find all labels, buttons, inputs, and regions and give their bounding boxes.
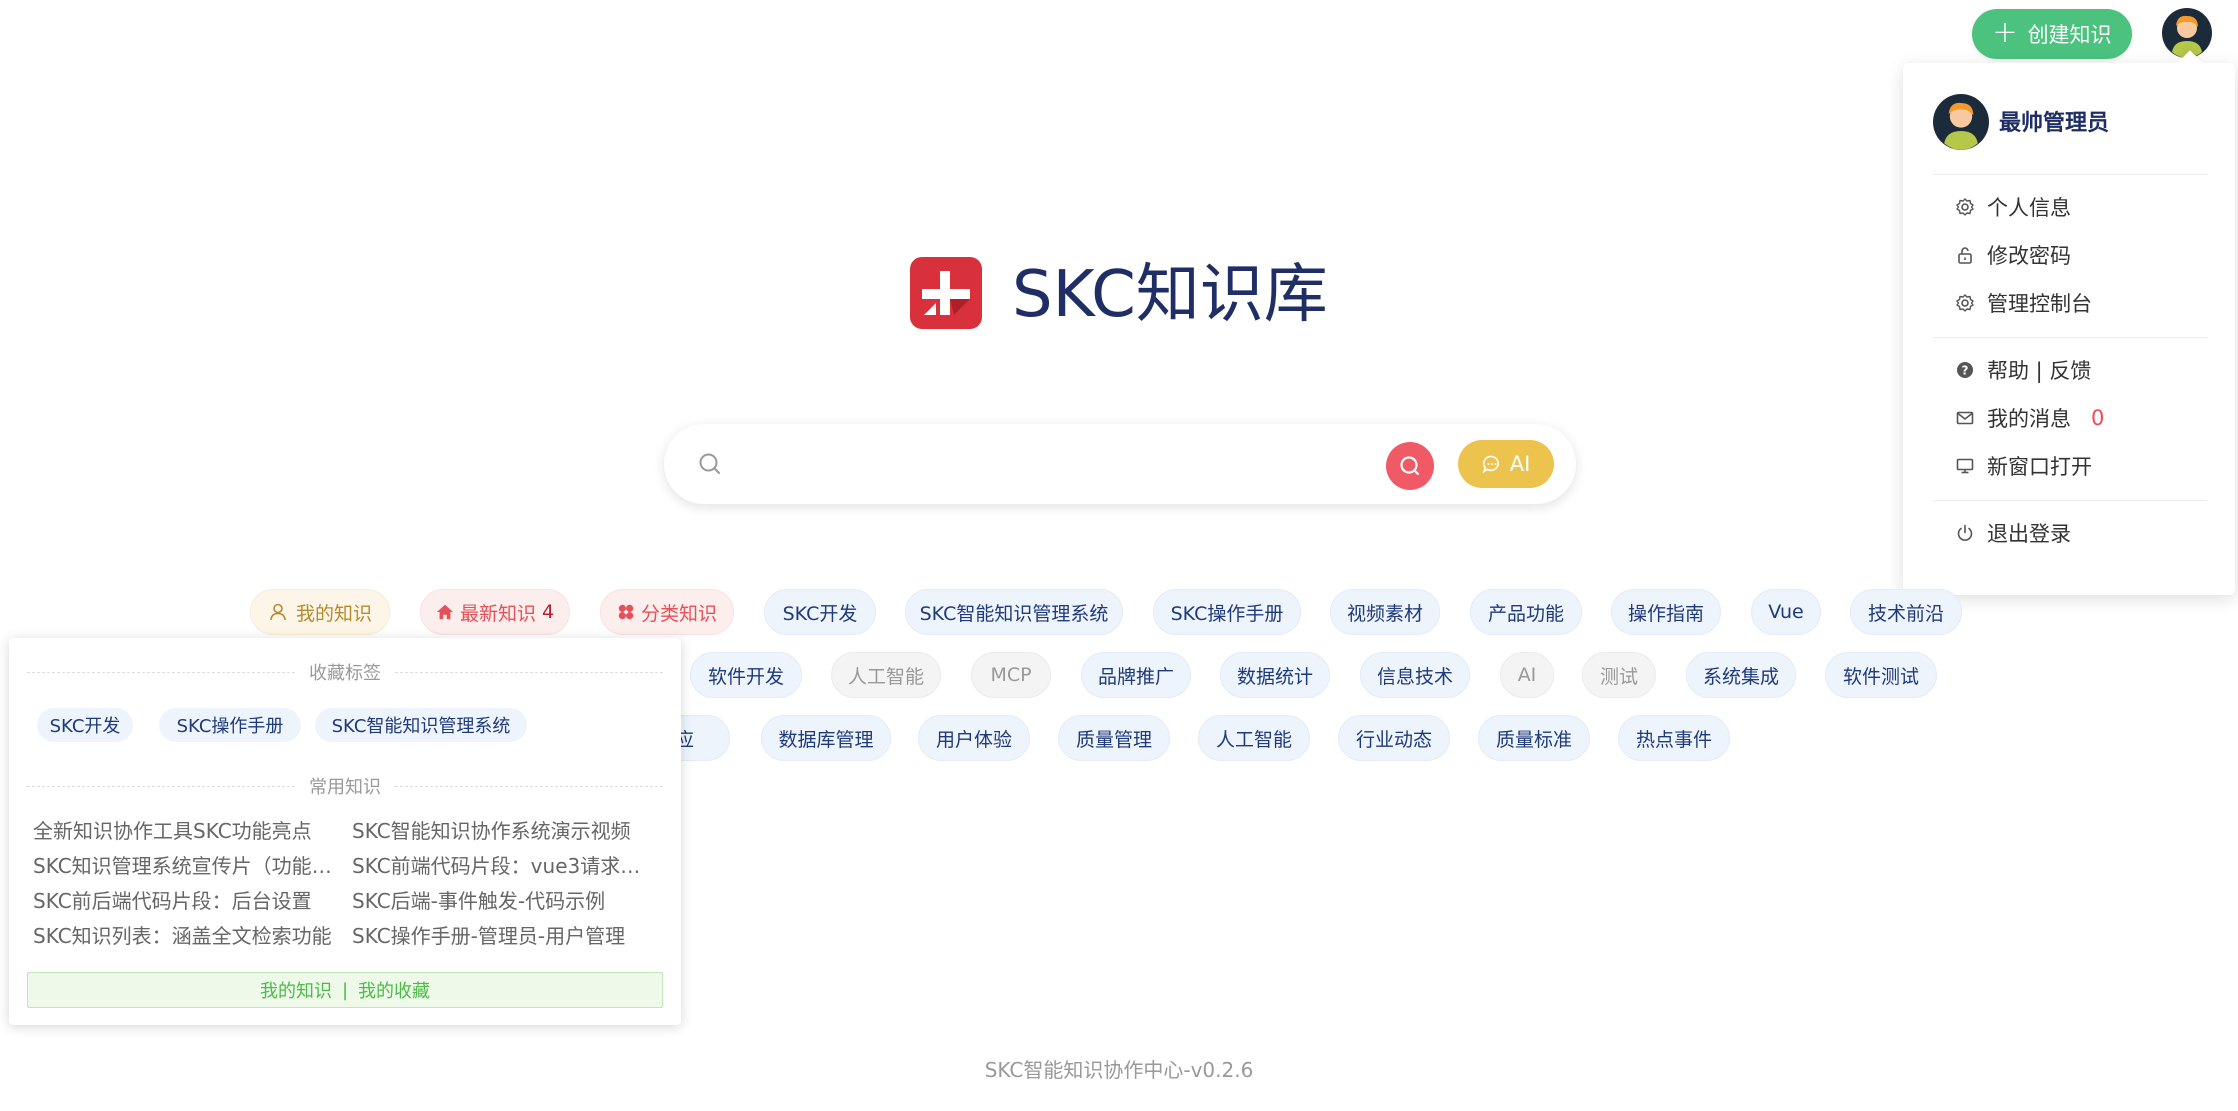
lock-icon [1958,247,1972,264]
tag-chip[interactable]: 数据库管理 [761,715,891,761]
gear-icon [1956,198,1974,216]
tag-chip[interactable]: AI [1500,652,1554,698]
knowledge-link[interactable]: 全新知识协作工具SKC功能亮点 [33,815,338,844]
tag-chip[interactable]: 数据统计 [1220,652,1330,698]
my-favorites-link[interactable]: 我的收藏 [358,977,430,1003]
menu-item-logout[interactable]: 退出登录 [1955,515,2071,551]
menu-divider [1933,337,2207,338]
common-knowledge-title: 常用知识 [27,774,663,798]
menu-item-label: 个人信息 [1987,196,2071,220]
tag-chip[interactable]: Vue [1751,589,1821,635]
tag-chip[interactable]: 人工智能 [1198,715,1310,761]
site-title: SKC知识库 [1012,258,1328,332]
tag-chip[interactable]: 用户体验 [918,715,1030,761]
tag-chip[interactable]: 质量标准 [1478,715,1590,761]
tag-chip[interactable]: 测试 [1582,652,1656,698]
user-icon [270,603,286,621]
menu-item-label: 管理控制台 [1987,292,2092,316]
tag-label: 最新知识 [459,602,536,625]
menu-item-change-password[interactable]: 修改密码 [1955,237,2071,273]
tag-chip[interactable]: SKC操作手册 [1153,589,1301,635]
search-button[interactable] [1386,442,1434,490]
category-icon [618,604,634,620]
tag-category-knowledge[interactable]: 分类知识 [600,589,734,635]
search-icon [1400,456,1420,476]
menu-item-help-feedback[interactable]: ? 帮助 | 反馈 [1955,352,2091,388]
user-dropdown-menu: 最帅管理员 个人信息 修改密码 管理控制台 ? 帮助 | 反馈 我的消息 0 新… [1903,50,2235,595]
menu-item-profile[interactable]: 个人信息 [1955,189,2071,225]
tag-chip[interactable]: 质量管理 [1058,715,1170,761]
monitor-icon [1956,458,1974,474]
tag-chip[interactable]: 视频素材 [1330,589,1440,635]
favorite-tag[interactable]: SKC开发 [37,708,133,742]
menu-item-admin-console[interactable]: 管理控制台 [1955,285,2092,321]
search-icon [699,453,720,474]
my-knowledge-link[interactable]: 我的知识 [260,977,332,1003]
latest-count-badge: 4 [541,601,555,623]
tag-chip[interactable]: 产品功能 [1470,589,1582,635]
mail-icon [1956,411,1974,425]
footer-version: SKC智能知识协作中心-v0.2.6 [984,1058,1254,1082]
favorite-tag[interactable]: SKC智能知识管理系统 [315,708,527,742]
menu-avatar [1933,94,1989,150]
knowledge-link[interactable]: SKC智能知识协作系统演示视频 [352,815,657,844]
tag-latest-knowledge[interactable]: 最新知识 4 [420,589,570,635]
knowledge-link[interactable]: SKC后端-事件触发-代码示例 [352,885,657,914]
tag-chip[interactable]: 信息技术 [1360,652,1470,698]
user-avatar[interactable] [2162,8,2212,58]
knowledge-link[interactable]: SKC知识管理系统宣传片（功能介绍） [33,850,338,879]
ai-chat-button[interactable]: AI [1458,440,1554,488]
menu-item-label: 修改密码 [1987,244,2071,268]
knowledge-link[interactable]: SKC操作手册-管理员-用户管理 [352,920,657,949]
plus-icon: + [1992,14,2018,50]
tag-chip[interactable]: 技术前沿 [1850,589,1962,635]
gear-icon [1956,294,1974,312]
tag-chip[interactable]: SKC智能知识管理系统 [905,589,1123,635]
knowledge-link[interactable]: SKC知识列表：涵盖全文检索功能 [33,920,338,949]
tag-chip[interactable]: 品牌推广 [1081,652,1191,698]
menu-username: 最帅管理员 [1999,111,2110,136]
create-knowledge-button[interactable]: + 创建知识 [1972,9,2132,59]
help-icon: ? [1957,362,1973,378]
menu-item-label: 我的消息 [1987,407,2071,431]
section-title-text: 常用知识 [309,777,381,798]
panel-footer: 我的知识 | 我的收藏 [27,972,663,1008]
footer-separator: | [341,979,349,1001]
tag-label: 分类知识 [640,602,717,625]
tag-chip[interactable]: 人工智能 [831,652,941,698]
tag-chip[interactable]: 热点事件 [1618,715,1730,761]
search-input[interactable] [740,440,1340,488]
tag-chip[interactable]: SKC开发 [764,589,876,635]
tag-chip[interactable]: 系统集成 [1686,652,1796,698]
svg-text:?: ? [1962,364,1969,378]
knowledge-link[interactable]: SKC前后端代码片段：后台设置 [33,885,338,914]
menu-item-label: 帮助 | 反馈 [1987,359,2092,383]
knowledge-link[interactable]: SKC前端代码片段：vue3请求封装 [352,850,657,879]
my-knowledge-panel: 收藏标签 SKC开发 SKC操作手册 SKC智能知识管理系统 常用知识 全新知识… [9,638,681,1025]
menu-item-label: 新窗口打开 [1987,455,2092,479]
tag-chip[interactable]: 操作指南 [1611,589,1721,635]
ai-button-label: AI [1509,452,1531,476]
power-icon [1957,524,1973,541]
search-bar: AI [664,424,1576,504]
menu-divider [1933,174,2207,175]
tag-chip[interactable]: 行业动态 [1338,715,1450,761]
skc-logo-icon [910,257,982,329]
favorite-tag[interactable]: SKC操作手册 [159,708,301,742]
menu-item-label: 退出登录 [1987,522,2071,546]
tag-chip[interactable]: MCP [971,652,1051,698]
tag-chip[interactable]: 软件开发 [690,652,802,698]
tag-my-knowledge[interactable]: 我的知识 [250,589,390,635]
tag-chip[interactable]: 软件测试 [1825,652,1937,698]
menu-divider [1933,500,2207,501]
home-icon [436,604,454,620]
section-title-text: 收藏标签 [309,663,381,684]
favorite-tags-title: 收藏标签 [27,660,663,684]
menu-item-my-messages[interactable]: 我的消息 0 [1955,400,2104,436]
create-knowledge-label: 创建知识 [2027,23,2112,47]
tag-label: 我的知识 [295,602,372,625]
message-count-badge: 0 [2091,406,2105,430]
menu-item-new-window[interactable]: 新窗口打开 [1955,448,2092,484]
chat-bubble-icon [1482,455,1499,474]
